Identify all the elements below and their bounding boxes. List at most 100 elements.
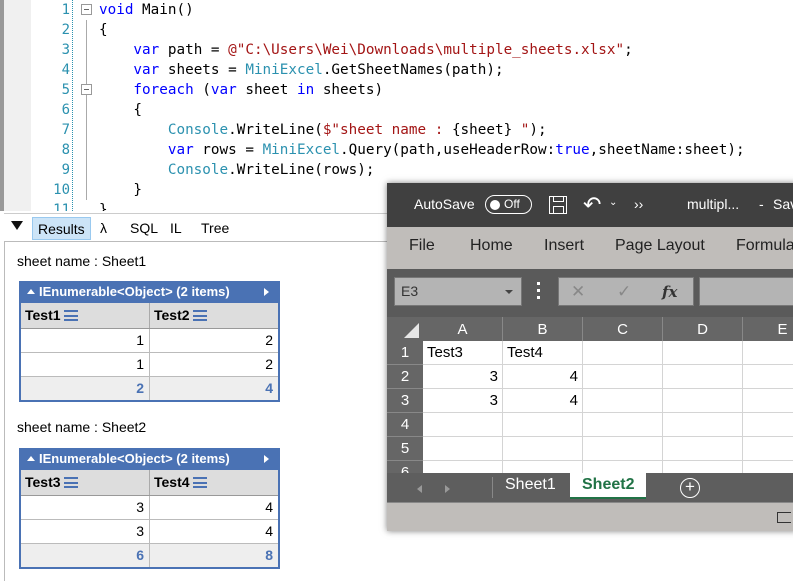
cell[interactable] xyxy=(583,365,663,389)
ribbon-tab-file[interactable]: File xyxy=(409,237,435,255)
cell[interactable] xyxy=(423,437,503,461)
result-grid: IEnumerable<Object> (2 items) Test1 Test… xyxy=(19,281,280,402)
formula-input[interactable] xyxy=(699,277,793,306)
tab-results[interactable]: Results xyxy=(32,217,91,240)
code-line[interactable]: 4 var sheets = MiniExcel.GetSheetNames(p… xyxy=(4,60,793,80)
cell[interactable] xyxy=(663,365,743,389)
row-header[interactable]: 1 xyxy=(387,341,423,365)
code-line[interactable]: 8 var rows = MiniExcel.Query(path,useHea… xyxy=(4,140,793,160)
sheet-tab-sheet1[interactable]: Sheet1 xyxy=(493,473,568,499)
ribbon-tab-formulas[interactable]: Formula xyxy=(736,237,793,255)
cell[interactable] xyxy=(743,413,793,437)
cell[interactable] xyxy=(743,389,793,413)
worksheet-grid[interactable]: ABCDE123456Test3Test43434 xyxy=(387,317,793,485)
column-header[interactable]: C xyxy=(583,317,663,341)
row-header[interactable]: 5 xyxy=(387,437,423,461)
next-sheet-icon[interactable] xyxy=(445,485,450,493)
name-box[interactable]: E3 xyxy=(394,277,522,306)
cell: 4 xyxy=(149,519,278,544)
insert-function-icon[interactable]: fx xyxy=(662,283,677,301)
cell[interactable]: Test3 xyxy=(423,341,503,365)
cell[interactable] xyxy=(583,389,663,413)
add-sheet-icon[interactable]: + xyxy=(680,478,700,498)
column-header[interactable]: A xyxy=(423,317,503,341)
cell[interactable] xyxy=(663,413,743,437)
tab-tree[interactable]: Tree xyxy=(196,217,234,240)
column-header[interactable]: Test4 xyxy=(149,470,278,496)
enter-icon[interactable]: ✓ xyxy=(617,282,631,302)
cell[interactable]: 4 xyxy=(503,365,583,389)
cell[interactable]: Test4 xyxy=(503,341,583,365)
cell[interactable] xyxy=(583,341,663,365)
column-menu-icon[interactable] xyxy=(63,477,78,489)
expand-right-icon[interactable] xyxy=(264,455,269,463)
code-editor[interactable]: 1 void Main() 2{3 var path = @"C:\Users\We… xyxy=(0,0,793,211)
cell[interactable] xyxy=(583,413,663,437)
column-menu-icon[interactable] xyxy=(63,310,78,322)
row-header[interactable]: 4 xyxy=(387,413,423,437)
cell[interactable]: 4 xyxy=(503,389,583,413)
cell[interactable] xyxy=(743,341,793,365)
collapse-region-icon[interactable] xyxy=(81,84,92,95)
tab-sql[interactable]: SQL xyxy=(125,217,163,240)
save-icon[interactable] xyxy=(549,196,567,214)
line-number: 4 xyxy=(61,62,70,78)
cell[interactable] xyxy=(503,413,583,437)
cell[interactable] xyxy=(583,437,663,461)
tab-il[interactable]: IL xyxy=(165,217,187,240)
select-all-button[interactable] xyxy=(387,317,423,341)
cell[interactable] xyxy=(663,437,743,461)
column-header[interactable]: Test1 xyxy=(21,303,150,329)
line-number: 1 xyxy=(61,2,70,18)
code-line[interactable]: 3 var path = @"C:\Users\Wei\Downloads\mu… xyxy=(4,40,793,60)
code-line[interactable]: 7 Console.WriteLine($"sheet name : {shee… xyxy=(4,120,793,140)
code-line[interactable]: 5 foreach (var sheet in sheets) xyxy=(4,80,793,100)
accessibility-icon[interactable] xyxy=(777,512,791,523)
cell[interactable] xyxy=(743,365,793,389)
ribbon-tab-insert[interactable]: Insert xyxy=(544,237,584,255)
formula-bar: E3 ✕ ✓ fx xyxy=(387,269,793,317)
cell[interactable] xyxy=(663,341,743,365)
column-menu-icon[interactable] xyxy=(192,477,207,489)
ribbon-tab-page-layout[interactable]: Page Layout xyxy=(615,237,705,255)
collapse-region-icon[interactable] xyxy=(81,4,92,15)
cell[interactable] xyxy=(663,389,743,413)
grid-header[interactable]: IEnumerable<Object> (2 items) xyxy=(21,281,278,303)
cancel-icon[interactable]: ✕ xyxy=(571,282,585,302)
collapse-results-icon[interactable] xyxy=(11,221,23,230)
undo-dropdown-icon[interactable]: ⌄ xyxy=(609,197,617,208)
expand-right-icon[interactable] xyxy=(264,288,269,296)
toggle-knob xyxy=(490,199,500,210)
code-text: { xyxy=(99,102,143,118)
column-menu-icon[interactable] xyxy=(192,310,207,322)
column-header[interactable]: D xyxy=(663,317,743,341)
code-line[interactable]: 1 void Main() xyxy=(4,0,793,20)
column-header[interactable]: Test3 xyxy=(21,470,150,496)
row-header[interactable]: 3 xyxy=(387,389,423,413)
undo-icon[interactable]: ↶ xyxy=(583,192,601,218)
cell[interactable]: 3 xyxy=(423,389,503,413)
column-header[interactable]: Test2 xyxy=(149,303,278,329)
collapse-icon[interactable] xyxy=(27,456,35,461)
tab-lambda[interactable]: λ xyxy=(95,217,112,240)
cell[interactable] xyxy=(423,413,503,437)
sheet-tab-sheet2[interactable]: Sheet2 xyxy=(570,473,647,499)
autosave-toggle[interactable]: Off xyxy=(485,195,532,214)
previous-sheet-icon[interactable] xyxy=(417,485,422,493)
cell[interactable] xyxy=(503,437,583,461)
column-header[interactable]: E xyxy=(743,317,793,341)
collapse-icon[interactable] xyxy=(27,289,35,294)
grid-header[interactable]: IEnumerable<Object> (2 items) xyxy=(21,448,278,470)
cell[interactable]: 3 xyxy=(423,365,503,389)
code-text: } xyxy=(99,182,143,198)
column-header[interactable]: B xyxy=(503,317,583,341)
code-line[interactable]: 9 Console.WriteLine(rows); xyxy=(4,160,793,180)
cell[interactable] xyxy=(743,437,793,461)
ribbon-tab-home[interactable]: Home xyxy=(470,237,513,255)
row-header[interactable]: 2 xyxy=(387,365,423,389)
more-commands-icon[interactable]: ›› xyxy=(634,196,643,212)
code-line[interactable]: 6 { xyxy=(4,100,793,120)
chevron-down-icon[interactable] xyxy=(505,290,513,294)
formula-bar-resize-handle[interactable] xyxy=(537,282,540,300)
code-line[interactable]: 2{ xyxy=(4,20,793,40)
